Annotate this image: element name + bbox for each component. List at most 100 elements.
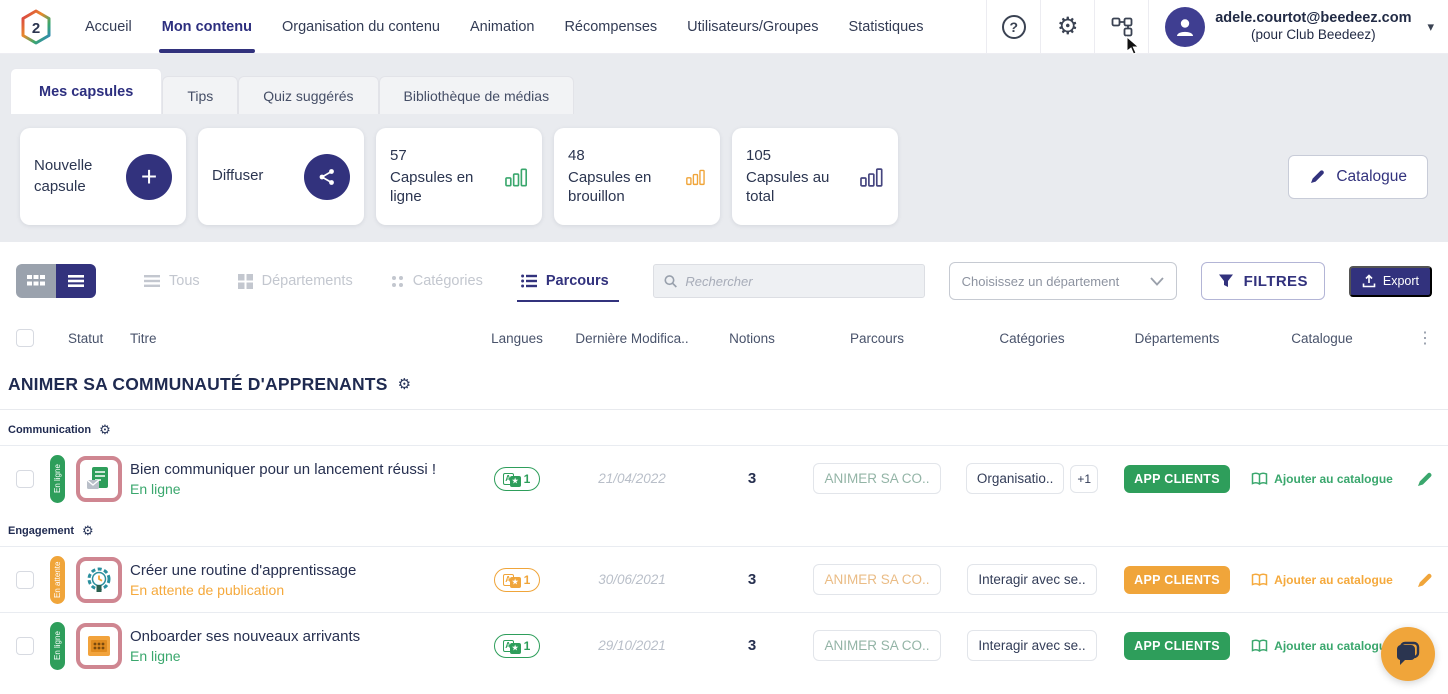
- tab-mes-capsules[interactable]: Mes capsules: [10, 68, 162, 114]
- languages-cell: A★ 1: [472, 568, 562, 592]
- select-all-checkbox[interactable]: [16, 329, 34, 347]
- plus-icon: +: [126, 154, 172, 200]
- capsule-status: En attente de publication: [130, 582, 472, 598]
- tab-bibliotheque-medias[interactable]: Bibliothèque de médias: [379, 76, 575, 114]
- filters-button[interactable]: FILTRES: [1201, 262, 1325, 300]
- export-icon: [1362, 274, 1376, 288]
- departments-cell: APP CLIENTS: [1112, 632, 1242, 660]
- squares-icon: [238, 274, 253, 289]
- grid-view-button[interactable]: [16, 264, 56, 298]
- capsule-title-cell[interactable]: Créer une routine d'apprentissage En att…: [130, 562, 472, 598]
- add-to-catalogue-link[interactable]: Ajouter au catalogue: [1251, 639, 1393, 653]
- parcours-chip[interactable]: ANIMER SA CO..: [813, 564, 940, 595]
- chat-bubble-icon: [1393, 639, 1423, 669]
- column-langues[interactable]: Langues: [472, 331, 562, 346]
- row-checkbox[interactable]: [16, 637, 34, 655]
- column-titre[interactable]: Titre: [130, 331, 472, 346]
- category-chip[interactable]: Organisatio..: [966, 463, 1065, 494]
- department-badge[interactable]: APP CLIENTS: [1124, 632, 1230, 660]
- nav-item-animation[interactable]: Animation: [455, 0, 549, 53]
- section-settings-icon[interactable]: ⚙: [99, 423, 111, 436]
- chat-widget-button[interactable]: [1381, 627, 1435, 681]
- list-view-button[interactable]: [56, 264, 96, 298]
- filter-tab-categories[interactable]: Catégories: [391, 273, 483, 289]
- edit-pencil-icon[interactable]: [1416, 571, 1434, 589]
- column-statut[interactable]: Statut: [50, 331, 130, 346]
- tab-tips[interactable]: Tips: [162, 76, 238, 114]
- category-chip[interactable]: Interagir avec se..: [967, 630, 1096, 661]
- stat-draft-label: Capsules en brouillon: [568, 168, 686, 207]
- capsule-thumbnail[interactable]: [76, 456, 122, 502]
- table-header: Statut Titre Langues Dernière Modifica..…: [0, 312, 1448, 360]
- action-cards-row: Nouvelle capsule + Diffuser 57 Capsules …: [0, 114, 1448, 242]
- share-icon: [304, 154, 350, 200]
- nav-item-accueil[interactable]: Accueil: [70, 0, 147, 53]
- org-chart-icon: [1111, 17, 1133, 37]
- catalogue-button[interactable]: Catalogue: [1288, 155, 1428, 199]
- nav-item-organisation[interactable]: Organisation du contenu: [267, 0, 455, 53]
- catalogue-cell: Ajouter au catalogue: [1242, 639, 1402, 653]
- parcours-chip[interactable]: ANIMER SA CO..: [813, 463, 940, 494]
- column-catalogue[interactable]: Catalogue: [1242, 331, 1402, 346]
- language-badge[interactable]: A★ 1: [494, 467, 541, 491]
- pencil-icon: [1309, 168, 1326, 185]
- search-input[interactable]: [685, 274, 913, 289]
- edit-pencil-icon[interactable]: [1416, 470, 1434, 488]
- status-badge: En ligne: [50, 455, 65, 503]
- department-select[interactable]: Choisissez un département: [949, 262, 1177, 300]
- nav-item-utilisateurs[interactable]: Utilisateurs/Groupes: [672, 0, 833, 53]
- catalogue-cell: Ajouter au catalogue: [1242, 472, 1402, 486]
- user-menu[interactable]: adele.courtot@beedeez.com (pour Club Bee…: [1148, 0, 1448, 53]
- stat-online-count: 57: [390, 146, 505, 166]
- category-more-chip[interactable]: +1: [1070, 465, 1098, 493]
- departments-cell: APP CLIENTS: [1112, 465, 1242, 493]
- capsule-thumbnail[interactable]: [76, 557, 122, 603]
- rows-icon: [144, 275, 160, 287]
- new-capsule-card[interactable]: Nouvelle capsule +: [20, 128, 186, 225]
- capsule-title-cell[interactable]: Onboarder ses nouveaux arrivants En lign…: [130, 628, 472, 664]
- column-notions[interactable]: Notions: [702, 331, 802, 346]
- column-categories[interactable]: Catégories: [952, 331, 1112, 346]
- language-badge[interactable]: A★ 1: [494, 568, 541, 592]
- filter-tab-label: Parcours: [546, 273, 609, 289]
- column-parcours[interactable]: Parcours: [802, 331, 952, 346]
- row-checkbox[interactable]: [16, 470, 34, 488]
- modified-date: 29/10/2021: [562, 638, 702, 653]
- section-title: Communication: [8, 424, 91, 436]
- add-to-catalogue-link[interactable]: Ajouter au catalogue: [1251, 573, 1393, 587]
- filter-tab-departements[interactable]: Départements: [238, 273, 353, 289]
- nav-item-statistiques[interactable]: Statistiques: [834, 0, 939, 53]
- filter-tab-parcours[interactable]: Parcours: [521, 273, 609, 289]
- list-view-icon: [67, 274, 85, 288]
- column-menu-icon[interactable]: ⋮: [1402, 328, 1448, 348]
- settings-button[interactable]: ⚙: [1040, 0, 1094, 53]
- column-departements[interactable]: Départements: [1112, 331, 1242, 346]
- language-badge[interactable]: A★ 1: [494, 634, 541, 658]
- capsule-thumbnail[interactable]: [76, 623, 122, 669]
- group-settings-icon[interactable]: ⚙: [398, 377, 411, 392]
- app-window: 2 Accueil Mon contenu Organisation du co…: [0, 0, 1448, 694]
- bar-chart-icon: [686, 166, 706, 188]
- department-badge[interactable]: APP CLIENTS: [1124, 566, 1230, 594]
- parcours-chip[interactable]: ANIMER SA CO..: [813, 630, 940, 661]
- capsule-title-cell[interactable]: Bien communiquer pour un lancement réuss…: [130, 461, 472, 497]
- nav-item-recompenses[interactable]: Récompenses: [549, 0, 672, 53]
- filter-tab-tous[interactable]: Tous: [144, 273, 200, 289]
- category-chip[interactable]: Interagir avec se..: [967, 564, 1096, 595]
- tab-quiz-suggeres[interactable]: Quiz suggérés: [238, 76, 378, 114]
- chevron-down-icon[interactable]: ▾: [1427, 19, 1434, 35]
- funnel-icon: [1218, 274, 1234, 288]
- diffuser-card[interactable]: Diffuser: [198, 128, 364, 225]
- department-badge[interactable]: APP CLIENTS: [1124, 465, 1230, 493]
- help-button[interactable]: ?: [986, 0, 1040, 53]
- column-derniere-modification[interactable]: Dernière Modifica..: [562, 331, 702, 346]
- add-to-catalogue-link[interactable]: Ajouter au catalogue: [1251, 472, 1393, 486]
- diffuser-label: Diffuser: [212, 166, 263, 186]
- parcours-group-title: ANIMER SA COMMUNAUTÉ D'APPRENANTS: [8, 374, 388, 395]
- row-checkbox[interactable]: [16, 571, 34, 589]
- nav-item-mon-contenu[interactable]: Mon contenu: [147, 0, 267, 53]
- export-button[interactable]: Export: [1349, 266, 1432, 297]
- beedeez-logo[interactable]: 2: [0, 0, 70, 53]
- section-settings-icon[interactable]: ⚙: [82, 524, 94, 537]
- list-bullets-icon: [521, 274, 537, 288]
